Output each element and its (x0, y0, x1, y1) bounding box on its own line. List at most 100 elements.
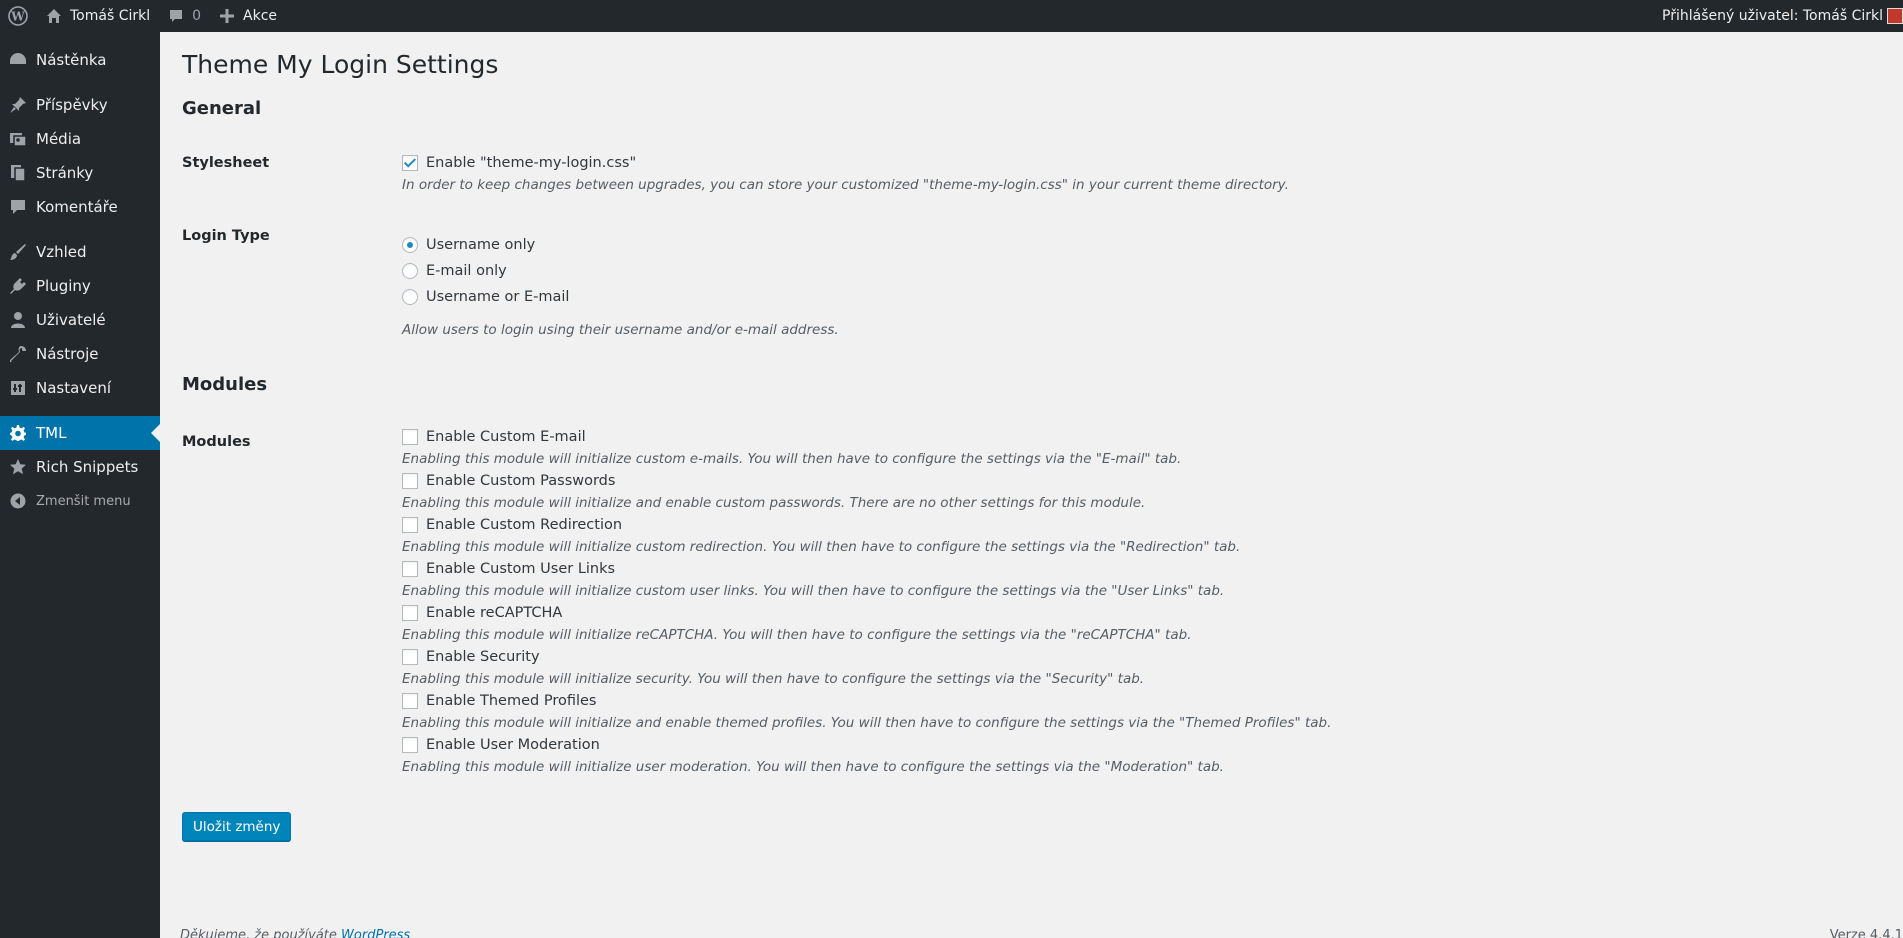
login-type-field: Username only E-mail only Username or E-… (402, 232, 839, 340)
svg-text:W: W (10, 10, 25, 24)
login-option-username[interactable]: Username only (402, 232, 839, 258)
sidebar-item-users[interactable]: Uživatelé (0, 303, 160, 337)
page-title: Theme My Login Settings (182, 50, 499, 79)
modules-field: Enable Custom E-mail Enabling this modul… (402, 425, 1331, 777)
module-option-label: Enable Custom Redirection (426, 517, 623, 533)
module-option[interactable]: Enable Security (402, 645, 1331, 669)
stylesheet-description: In order to keep changes between upgrade… (402, 177, 1289, 193)
module-description: Enabling this module will initialize and… (402, 715, 1332, 731)
module-option[interactable]: Enable Themed Profiles (402, 689, 1331, 713)
new-content-link[interactable]: Akce (209, 0, 285, 32)
admin-sidebar: Nástěnka Příspěvky Média Stránky Komentá… (0, 32, 160, 938)
plugin-icon (8, 276, 28, 296)
module-option-label: Enable User Moderation (426, 737, 600, 753)
module-option[interactable]: Enable Custom Passwords (402, 469, 1331, 493)
module-item: Enable reCAPTCHA Enabling this module wi… (402, 601, 1331, 645)
admin-bar: W Tomáš Cirkl 0 Akce Přihlášený uživatel… (0, 0, 1903, 32)
star-icon (8, 457, 28, 477)
sidebar-item-comments[interactable]: Komentáře (0, 190, 160, 224)
wordpress-logo-button[interactable]: W (0, 0, 36, 32)
wrench-icon (8, 344, 28, 364)
module-item: Enable Security Enabling this module wil… (402, 645, 1331, 689)
module-option-label: Enable Security (426, 649, 540, 665)
module-option[interactable]: Enable reCAPTCHA (402, 601, 1331, 625)
login-radio-username-or-email[interactable] (402, 289, 418, 305)
login-option-label: Username or E-mail (426, 289, 570, 305)
my-account-link[interactable]: Přihlášený uživatel: Tomáš Cirkl (1662, 8, 1903, 24)
module-description: Enabling this module will initialize cus… (402, 539, 1241, 555)
module-checkbox[interactable] (402, 737, 418, 753)
plus-icon (217, 6, 237, 26)
stylesheet-field: Enable "theme-my-login.css" In order to … (402, 151, 1289, 195)
module-item: Enable Custom Passwords Enabling this mo… (402, 469, 1331, 513)
sidebar-item-label: Nástroje (36, 345, 99, 363)
sidebar-item-tml[interactable]: TML (0, 416, 160, 450)
sidebar-item-settings[interactable]: Nastavení (0, 371, 160, 405)
module-item: Enable Custom Redirection Enabling this … (402, 513, 1331, 557)
module-description: Enabling this module will initialize and… (402, 495, 1146, 511)
comment-icon (8, 197, 28, 217)
modules-label: Modules (182, 434, 251, 450)
sidebar-item-tools[interactable]: Nástroje (0, 337, 160, 371)
module-option-label: Enable reCAPTCHA (426, 605, 563, 621)
module-checkbox[interactable] (402, 561, 418, 577)
sidebar-item-appearance[interactable]: Vzhled (0, 235, 160, 269)
comments-link[interactable]: 0 (158, 0, 209, 32)
module-item: Enable Custom User Links Enabling this m… (402, 557, 1331, 601)
stylesheet-checkbox[interactable] (402, 155, 418, 171)
sidebar-item-label: Komentáře (36, 198, 118, 216)
site-name-link[interactable]: Tomáš Cirkl (36, 0, 158, 32)
sidebar-item-media[interactable]: Média (0, 122, 160, 156)
module-item: Enable Themed Profiles Enabling this mod… (402, 689, 1331, 733)
site-name: Tomáš Cirkl (70, 8, 151, 24)
sidebar-item-posts[interactable]: Příspěvky (0, 88, 160, 122)
general-heading: General (182, 98, 262, 119)
module-checkbox[interactable] (402, 473, 418, 489)
login-radio-username[interactable] (402, 237, 418, 253)
module-option[interactable]: Enable Custom E-mail (402, 425, 1331, 449)
login-radio-email[interactable] (402, 263, 418, 279)
sidebar-item-pages[interactable]: Stránky (0, 156, 160, 190)
save-button[interactable]: Uložit změny (182, 812, 292, 841)
brush-icon (8, 242, 28, 262)
user-icon (8, 310, 28, 330)
settings-icon (8, 378, 28, 398)
stylesheet-option-label: Enable "theme-my-login.css" (426, 155, 637, 171)
module-checkbox[interactable] (402, 517, 418, 533)
module-option[interactable]: Enable Custom Redirection (402, 513, 1331, 537)
sidebar-item-label: Vzhled (36, 243, 87, 261)
module-description: Enabling this module will initialize cus… (402, 451, 1182, 467)
modules-heading: Modules (182, 374, 268, 395)
login-option-username-or-email[interactable]: Username or E-mail (402, 284, 839, 310)
module-description: Enabling this module will initialize use… (402, 759, 1224, 775)
module-option-label: Enable Custom E-mail (426, 429, 586, 445)
module-checkbox[interactable] (402, 649, 418, 665)
sidebar-item-dashboard[interactable]: Nástěnka (0, 43, 160, 77)
login-option-email[interactable]: E-mail only (402, 258, 839, 284)
footer-thanks-text: Děkujeme, že používáte (180, 928, 342, 938)
stylesheet-label: Stylesheet (182, 155, 270, 171)
module-item: Enable Custom E-mail Enabling this modul… (402, 425, 1331, 469)
pin-icon (8, 95, 28, 115)
sidebar-item-plugins[interactable]: Pluginy (0, 269, 160, 303)
sidebar-item-label: Nastavení (36, 379, 112, 397)
sidebar-item-label: TML (36, 424, 67, 442)
module-option[interactable]: Enable Custom User Links (402, 557, 1331, 581)
module-checkbox[interactable] (402, 605, 418, 621)
home-icon (44, 6, 64, 26)
footer-version: Verze 4.4.1 (1829, 928, 1903, 938)
sidebar-item-label: Nástěnka (36, 51, 107, 69)
comments-count: 0 (192, 8, 202, 24)
collapse-menu-button[interactable]: Zmenšit menu (0, 484, 160, 518)
module-description: Enabling this module will initialize reC… (402, 627, 1192, 643)
stylesheet-option[interactable]: Enable "theme-my-login.css" (402, 151, 1289, 175)
module-checkbox[interactable] (402, 429, 418, 445)
sidebar-item-label: Uživatelé (36, 311, 106, 329)
new-content-label: Akce (243, 8, 278, 24)
module-checkbox[interactable] (402, 693, 418, 709)
media-icon (8, 129, 28, 149)
wordpress-link[interactable]: WordPress (341, 928, 410, 938)
sidebar-item-rich-snippets[interactable]: Rich Snippets (0, 450, 160, 484)
module-option[interactable]: Enable User Moderation (402, 733, 1331, 757)
footer-thanks: Děkujeme, že používáte WordPress (180, 928, 410, 938)
